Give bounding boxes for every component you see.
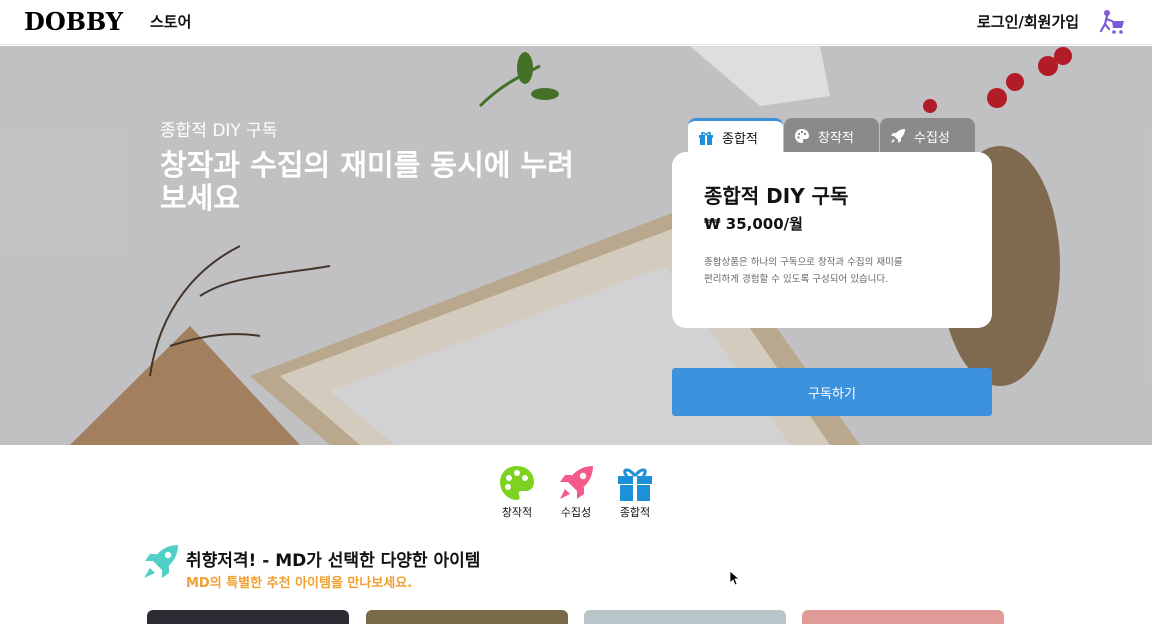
section-subtitle: MD의 특별한 추천 아이템을 만나보세요. (186, 576, 413, 591)
hero-banner: 종합적 DIY 구독 창작과 수집의 재미를 동시에 누려보세요 종합적 창작적 (0, 46, 1152, 445)
category-creative[interactable]: 창작적 (487, 464, 547, 520)
tab-creative[interactable]: 창작적 (784, 118, 879, 154)
rocket-icon (560, 466, 593, 499)
hero-subtitle: 종합적 DIY 구독 (160, 121, 278, 141)
shopping-cart-icon[interactable] (1098, 9, 1126, 35)
tab-label: 수집성 (914, 130, 950, 146)
header: DOBBY 스토어 로그인/회원가입 (0, 0, 1152, 45)
tab-comprehensive[interactable]: 종합적 (688, 118, 783, 154)
subscribe-button[interactable]: 구독하기 (672, 368, 992, 416)
category-collectible[interactable]: 수집성 (546, 464, 606, 520)
gift-icon (618, 468, 652, 501)
product-thumbnail[interactable] (366, 610, 568, 624)
product-thumbnail[interactable] (802, 610, 1004, 624)
tab-collectible[interactable]: 수집성 (880, 118, 975, 154)
palette-icon (500, 466, 534, 500)
mouse-cursor-icon (729, 570, 741, 586)
nav-store-link[interactable]: 스토어 (150, 11, 191, 32)
category-label: 창작적 (501, 506, 533, 519)
tab-label: 창작적 (818, 130, 854, 146)
card-price: ₩ 35,000/월 (704, 215, 803, 233)
rocket-icon (891, 129, 905, 143)
tab-label: 종합적 (722, 132, 758, 147)
logo[interactable]: DOBBY (24, 7, 123, 36)
hero-title: 창작과 수집의 재미를 동시에 누려보세요 (160, 148, 574, 215)
category-label: 수집성 (560, 506, 592, 519)
gift-icon (699, 131, 713, 145)
product-thumbnail[interactable] (584, 610, 786, 624)
rocket-icon (144, 545, 178, 578)
palette-icon (795, 129, 809, 143)
section-title: 취향저격! - MD가 선택한 다양한 아이템 (186, 551, 481, 571)
category-comprehensive[interactable]: 종합적 (605, 464, 665, 520)
product-thumbnail[interactable] (147, 610, 349, 624)
login-signup-link[interactable]: 로그인/회원가입 (977, 11, 1079, 32)
card-title: 종합적 DIY 구독 (704, 184, 849, 208)
subscription-card: 종합적 DIY 구독 ₩ 35,000/월 종합상품은 하나의 구독으로 창작과… (672, 152, 992, 328)
category-label: 종합적 (619, 506, 651, 519)
card-description: 종합상품은 하나의 구독으로 창작과 수집의 재미를 편리하게 경험할 수 있도… (704, 257, 903, 285)
